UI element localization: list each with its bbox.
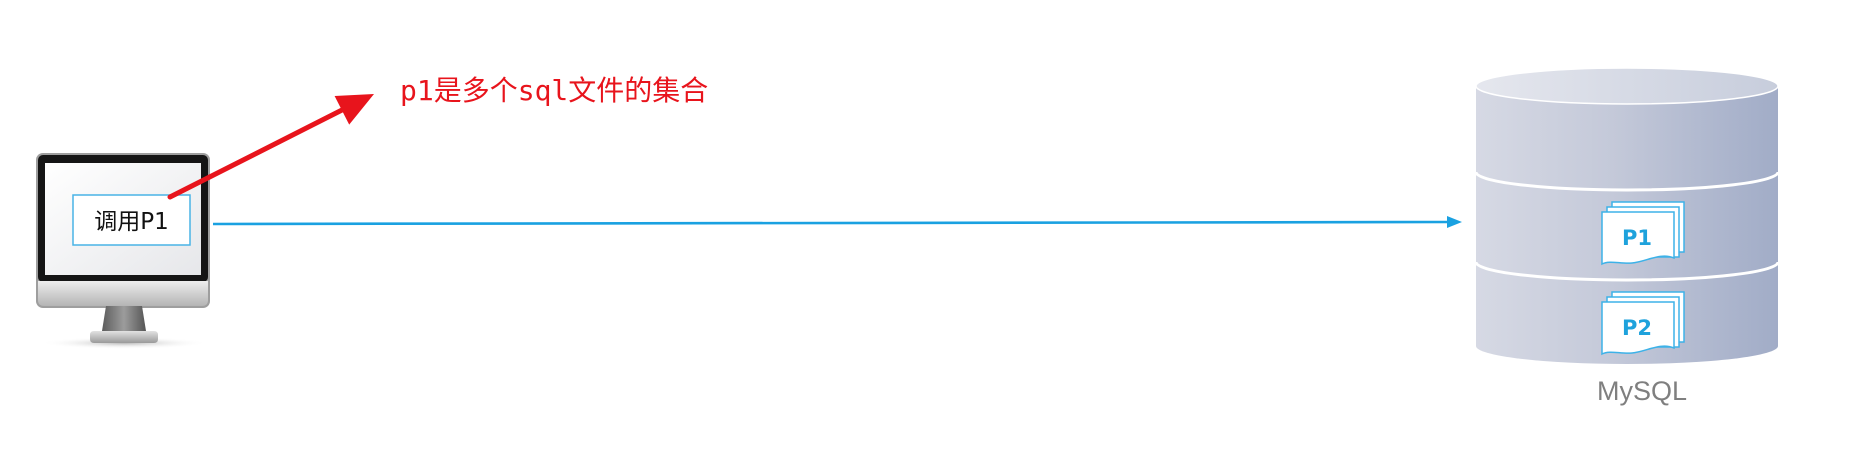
database-top [1475,67,1779,105]
call-connector-arrow [212,216,1462,228]
monitor-neck [102,306,146,331]
document-label-p1: P1 [1622,226,1652,250]
call-label: 调用P1 [94,209,169,235]
computer-monitor-icon [36,153,210,349]
document-stack-icon-p1: P1 [1601,201,1685,266]
connector-shaft [212,220,1453,226]
call-p1-box: 调用P1 [72,194,191,246]
monitor-chin [38,281,208,306]
annotation-arrow [167,94,374,200]
document-stack-icon-p2: P2 [1601,291,1685,356]
diagram-canvas: 调用P1 p1是多个sql文件的集合 P1 P2 MySQL [36,67,1780,406]
annotation-text: p1是多个sql文件的集合 [400,74,708,107]
monitor-base [90,331,158,343]
connector-arrow-head [1447,216,1462,228]
database-label: MySQL [1597,376,1687,406]
document-label-p2: P2 [1622,316,1652,340]
